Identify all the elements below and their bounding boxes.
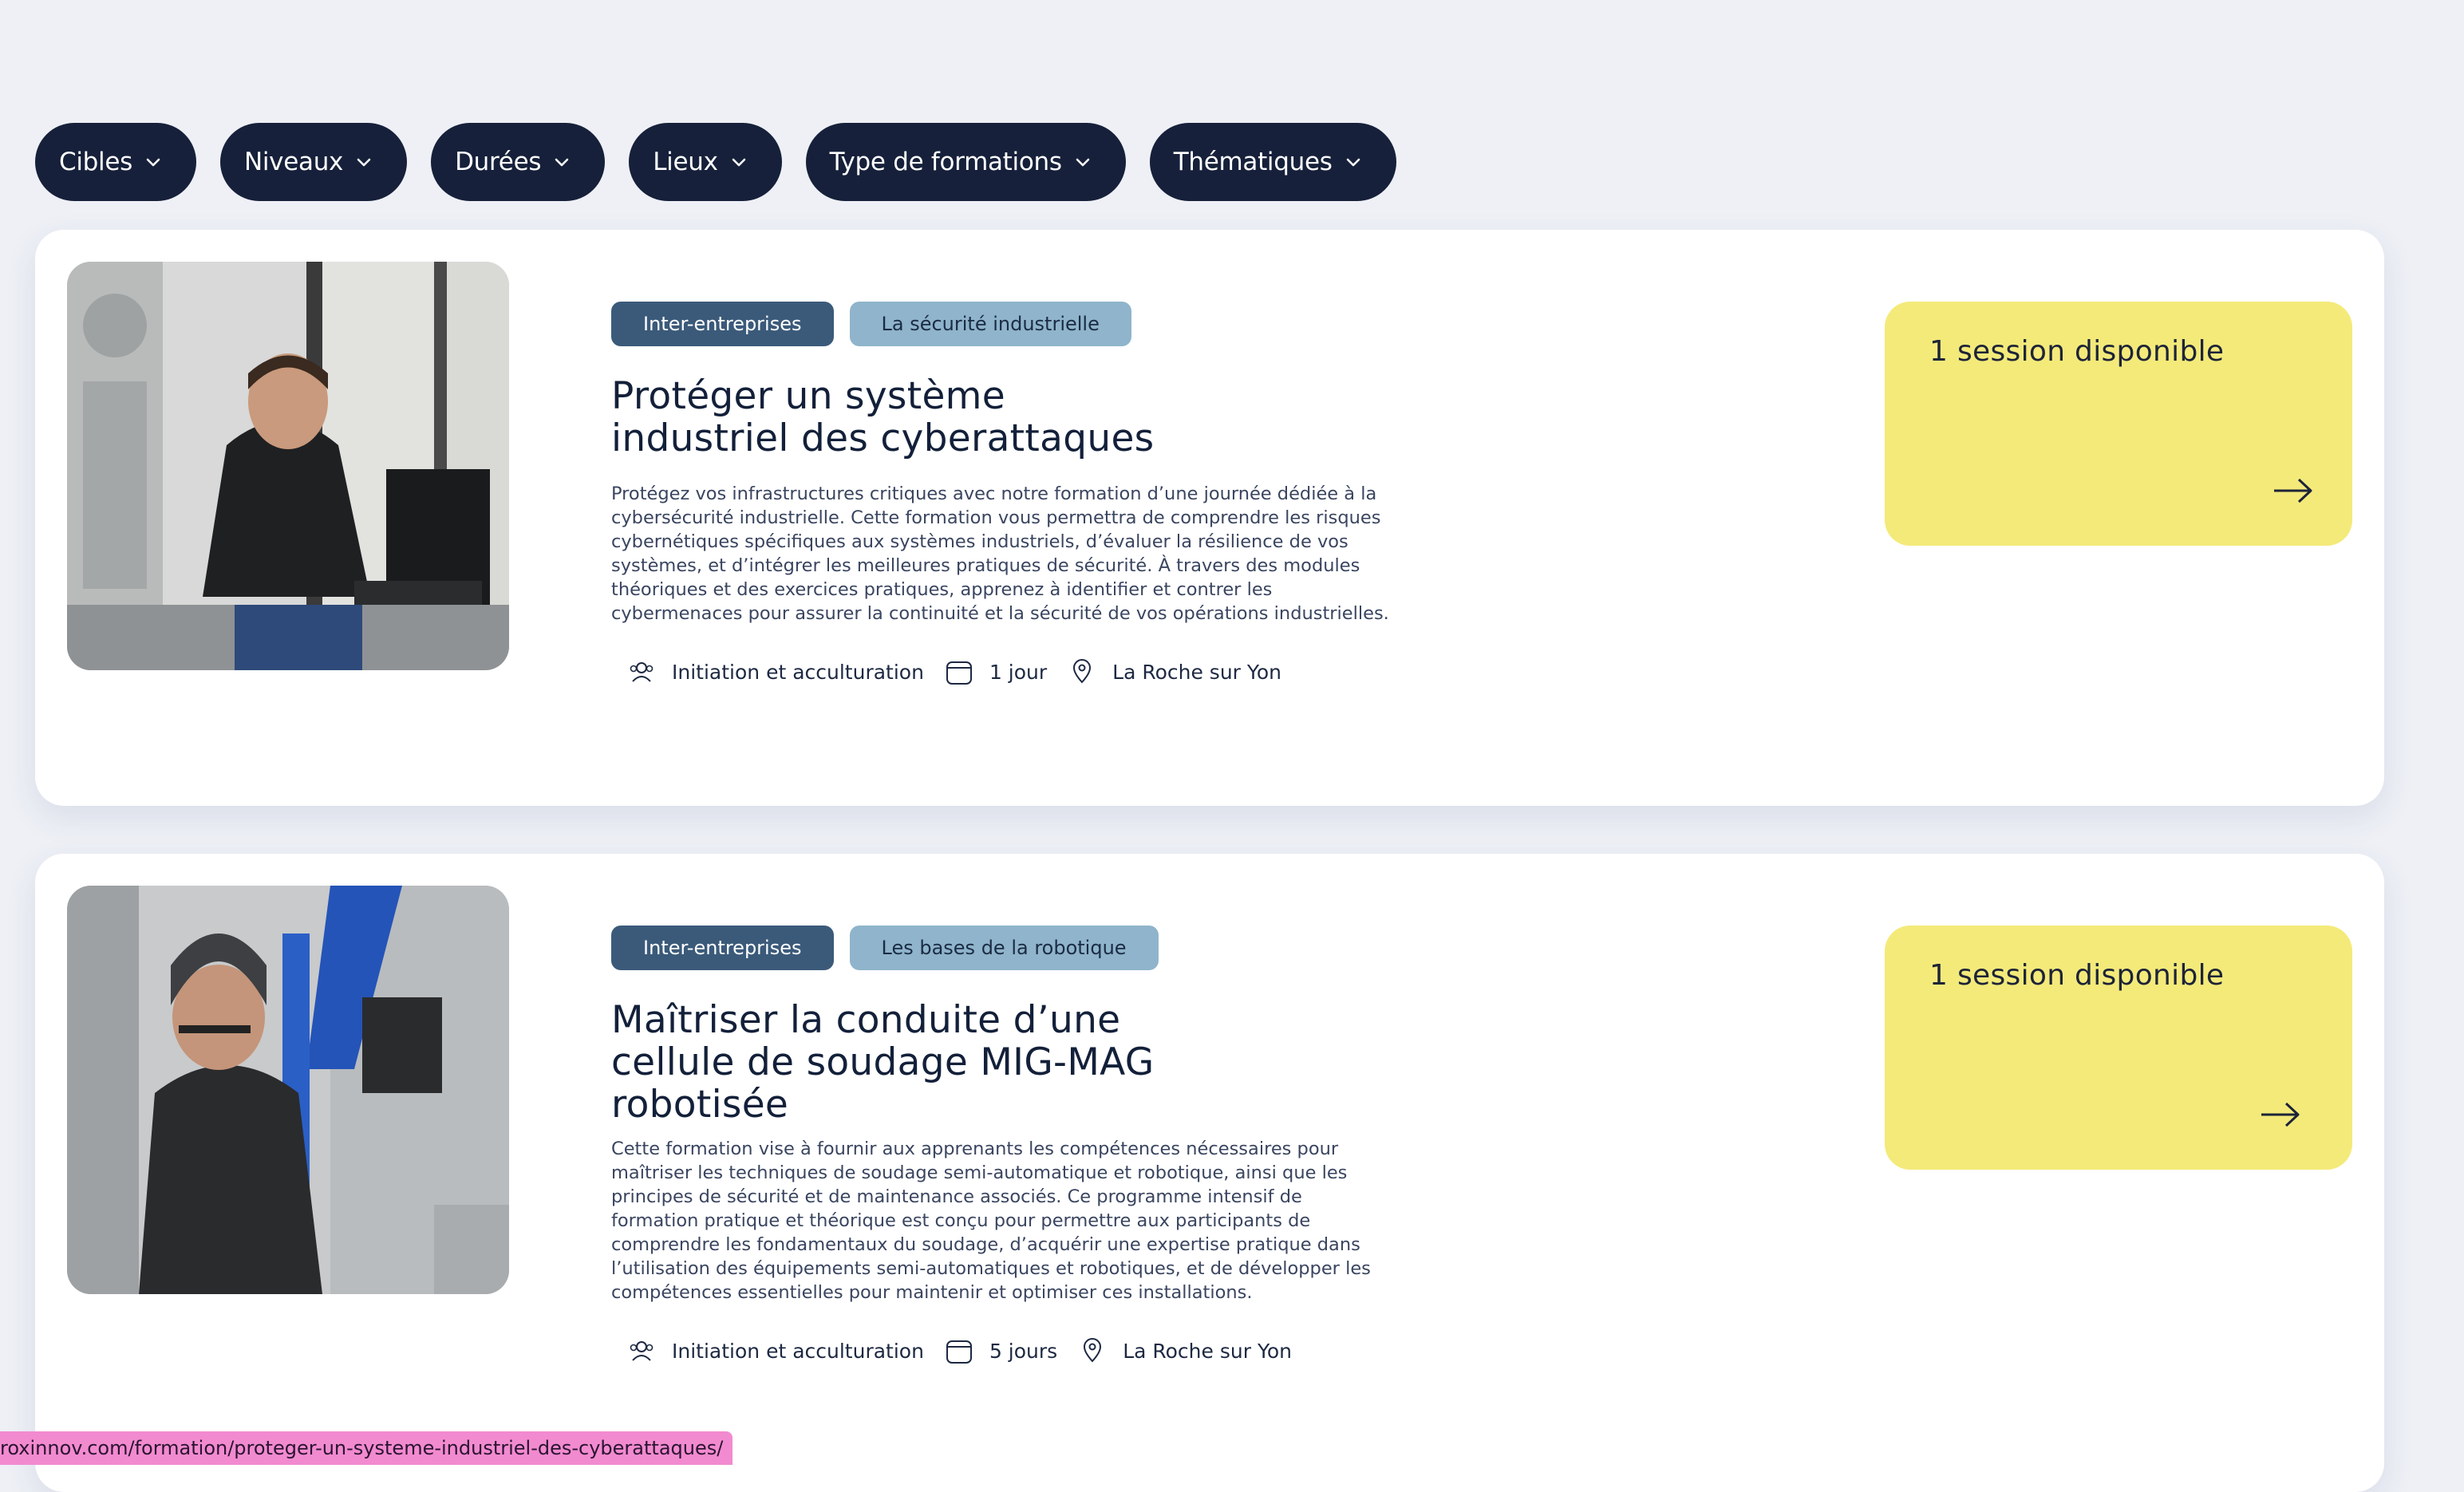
formation-card[interactable]: Inter-entreprises Les bases de la roboti…: [35, 854, 2384, 1492]
filter-label: Cibles: [59, 148, 132, 176]
formation-title[interactable]: Protéger un système industriel des cyber…: [611, 375, 1417, 460]
title-line: robotisée: [611, 1083, 788, 1127]
meta-duration-label: 5 jours: [989, 1340, 1057, 1363]
meta-location-label: La Roche sur Yon: [1123, 1340, 1292, 1363]
filter-label: Thématiques: [1174, 148, 1333, 176]
meta-level: Initiation et acculturation: [627, 657, 924, 686]
filter-label: Durées: [455, 148, 541, 176]
filter-type-de-formations[interactable]: Type de formations: [806, 123, 1126, 201]
formation-meta: Initiation et acculturation 1 jour La Ro…: [611, 657, 1417, 686]
map-pin-icon: [1068, 657, 1096, 686]
session-label: 1 session disponible: [1929, 335, 2308, 368]
meta-level: Initiation et acculturation: [627, 1336, 924, 1365]
meta-level-label: Initiation et acculturation: [672, 661, 924, 684]
filter-label: Lieux: [653, 148, 717, 176]
chevron-down-icon: [1075, 156, 1091, 168]
chevron-down-icon: [145, 156, 161, 168]
filter-bar: Cibles Niveaux Durées Lieux Type de form…: [35, 123, 1396, 201]
filter-durees[interactable]: Durées: [431, 123, 605, 201]
meta-location: La Roche sur Yon: [1068, 657, 1281, 686]
tag-thematique: Les bases de la robotique: [850, 926, 1159, 970]
filter-lieux[interactable]: Lieux: [629, 123, 781, 201]
arrow-right-icon: [2272, 477, 2314, 504]
chevron-down-icon: [731, 156, 747, 168]
filter-niveaux[interactable]: Niveaux: [220, 123, 407, 201]
formation-content: Inter-entreprises La sécurité industriel…: [611, 302, 1417, 686]
tag-list: Inter-entreprises Les bases de la roboti…: [611, 926, 1417, 970]
title-line: Maîtriser la conduite d’une: [611, 998, 1120, 1042]
formation-card[interactable]: Inter-entreprises La sécurité industriel…: [35, 230, 2384, 806]
user-icon: [627, 1336, 656, 1365]
filter-label: Niveaux: [244, 148, 343, 176]
user-icon: [627, 657, 656, 686]
chevron-down-icon: [1345, 156, 1361, 168]
formation-image: [67, 262, 509, 670]
chevron-down-icon: [356, 156, 372, 168]
chevron-down-icon: [554, 156, 570, 168]
formation-description: Protégez vos infrastructures critiques a…: [611, 482, 1393, 626]
filter-cibles[interactable]: Cibles: [35, 123, 196, 201]
filter-label: Type de formations: [830, 148, 1062, 176]
session-button[interactable]: 1 session disponible: [1885, 302, 2352, 546]
formation-title[interactable]: Maîtriser la conduite d’une cellule de s…: [611, 999, 1417, 1126]
session-button[interactable]: 1 session disponible: [1885, 926, 2352, 1170]
formation-content: Inter-entreprises Les bases de la roboti…: [611, 926, 1417, 1365]
formation-meta: Initiation et acculturation 5 jours La R…: [611, 1336, 1417, 1365]
formation-image: [67, 886, 509, 1294]
status-bar-url: roxinnov.com/formation/proteger-un-syste…: [0, 1431, 732, 1465]
tag-thematique: La sécurité industrielle: [850, 302, 1131, 346]
title-line: cellule de soudage MIG-MAG: [611, 1040, 1155, 1084]
meta-duration-label: 1 jour: [989, 661, 1047, 684]
calendar-icon: [945, 657, 973, 686]
formation-description: Cette formation vise à fournir aux appre…: [611, 1137, 1393, 1305]
meta-location: La Roche sur Yon: [1078, 1336, 1292, 1365]
filter-thematiques[interactable]: Thématiques: [1150, 123, 1396, 201]
meta-duration: 1 jour: [945, 657, 1047, 686]
meta-location-label: La Roche sur Yon: [1112, 661, 1281, 684]
tag-inter-entreprises: Inter-entreprises: [611, 302, 834, 346]
arrow-right-icon: [2260, 1101, 2301, 1128]
title-line: Protéger un système: [611, 374, 1005, 418]
session-label: 1 session disponible: [1929, 959, 2308, 992]
meta-level-label: Initiation et acculturation: [672, 1340, 924, 1363]
map-pin-icon: [1078, 1336, 1107, 1365]
calendar-icon: [945, 1336, 973, 1365]
tag-list: Inter-entreprises La sécurité industriel…: [611, 302, 1417, 346]
tag-inter-entreprises: Inter-entreprises: [611, 926, 834, 970]
meta-duration: 5 jours: [945, 1336, 1057, 1365]
title-line: industriel des cyberattaques: [611, 416, 1154, 460]
